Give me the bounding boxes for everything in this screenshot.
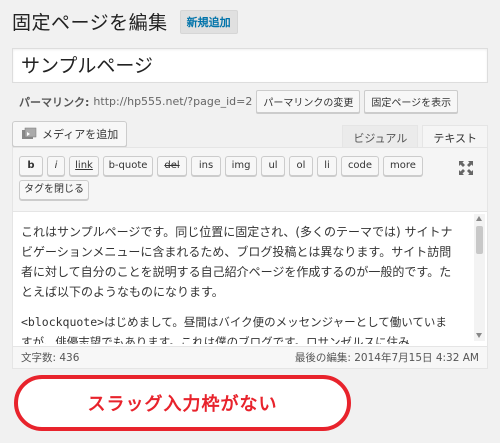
quicktag-ins-button[interactable]: ins [191,156,221,176]
word-count: 文字数: 436 [21,352,80,364]
add-media-label: メディアを追加 [42,128,119,141]
scroll-down-arrow[interactable] [476,333,482,338]
quicktag-img-button[interactable]: img [225,156,257,176]
page-title: 固定ページを編集 [12,12,168,34]
quicktag-b-button[interactable]: b [19,156,43,176]
status-bar: 文字数: 436 最後の編集: 2014年7月15日 4:32 AM [13,346,487,368]
expand-icon[interactable] [459,160,473,175]
annotation-text: スラッグ入力枠がない [87,394,278,415]
quicktag-more-button[interactable]: more [383,156,423,176]
change-permalink-button[interactable]: パーマリンクの変更 [256,90,361,113]
quicktag-del-button[interactable]: del [157,156,187,176]
content-textarea[interactable]: これはサンプルページです。同じ位置に固定され、(多くのテーマでは) サイトナビゲ… [13,212,487,344]
quicktags-row: b i link b-quote del ins img ul ol li code more [19,156,481,180]
add-media-button[interactable]: メディアを追加 [12,121,128,147]
page-header: 固定ページを編集 新規追加 [12,8,238,35]
post-title-input[interactable]: サンプルページ [12,48,488,83]
add-new-button[interactable]: 新規追加 [179,9,238,34]
quicktag-ol-button[interactable]: ol [289,156,313,176]
editor: b i link b-quote del ins img ul ol li code more タグを… [12,147,488,369]
content-scrollbar[interactable] [474,214,485,341]
scroll-up-arrow[interactable] [476,216,482,221]
quicktags-row: タグを閉じる [19,180,481,204]
quicktag-b-quote-button[interactable]: b-quote [103,156,153,176]
last-edited: 最後の編集: 2014年7月15日 4:32 AM [294,352,479,364]
quicktag-i-button[interactable]: i [47,156,65,176]
content-paragraph: これはサンプルページです。同じ位置に固定され、(多くのテーマでは) サイトナビゲ… [21,225,453,299]
close-tags-button[interactable]: タグを閉じる [19,180,89,200]
view-page-button[interactable]: 固定ページを表示 [364,90,459,113]
media-icon [21,127,37,141]
quicktag-ul-button[interactable]: ul [261,156,285,176]
annotation-callout: スラッグ入力枠がない [14,375,351,431]
permalink-url[interactable]: http://hp555.net/?page_id=2 [93,95,252,108]
quicktag-link-button[interactable]: link [69,156,99,176]
content-paragraph: <blockquote>はじめまして。昼間はバイク便のメッセンジャーとして働いて… [21,315,447,344]
quicktag-li-button[interactable]: li [317,156,337,176]
permalink-label: パーマリンク: [19,95,90,109]
quicktag-code-button[interactable]: code [341,156,379,176]
scroll-thumb[interactable] [476,226,483,254]
permalink-bar: パーマリンク: http://hp555.net/?page_id=2 パーマリ… [19,90,462,113]
quicktags-toolbar: b i link b-quote del ins img ul ol li code more タグを… [13,148,487,212]
